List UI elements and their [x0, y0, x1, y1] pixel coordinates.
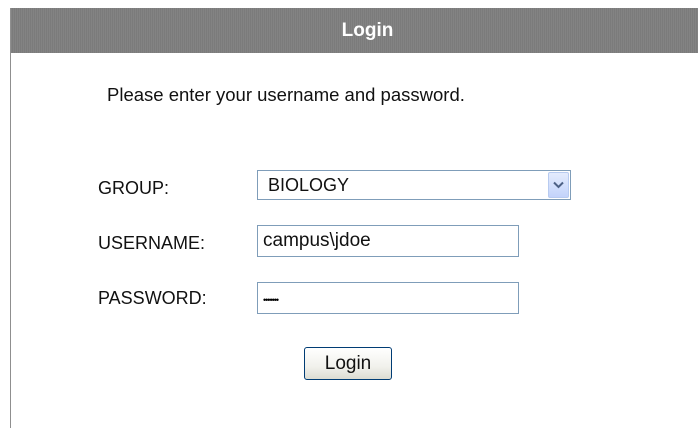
login-button[interactable]: Login [304, 347, 392, 380]
group-select[interactable]: BIOLOGY [257, 170, 571, 200]
username-input[interactable] [257, 225, 519, 257]
group-label: GROUP: [98, 178, 170, 198]
login-header: Login [11, 8, 698, 53]
login-title: Login [341, 19, 394, 41]
login-instructions: Please enter your username and password. [107, 84, 465, 105]
username-label: USERNAME: [98, 233, 206, 253]
group-dropdown-button[interactable] [548, 172, 569, 198]
password-input[interactable] [257, 282, 519, 314]
chevron-down-icon [553, 181, 564, 189]
group-select-value: BIOLOGY [268, 175, 350, 195]
password-label: PASSWORD: [98, 288, 207, 308]
